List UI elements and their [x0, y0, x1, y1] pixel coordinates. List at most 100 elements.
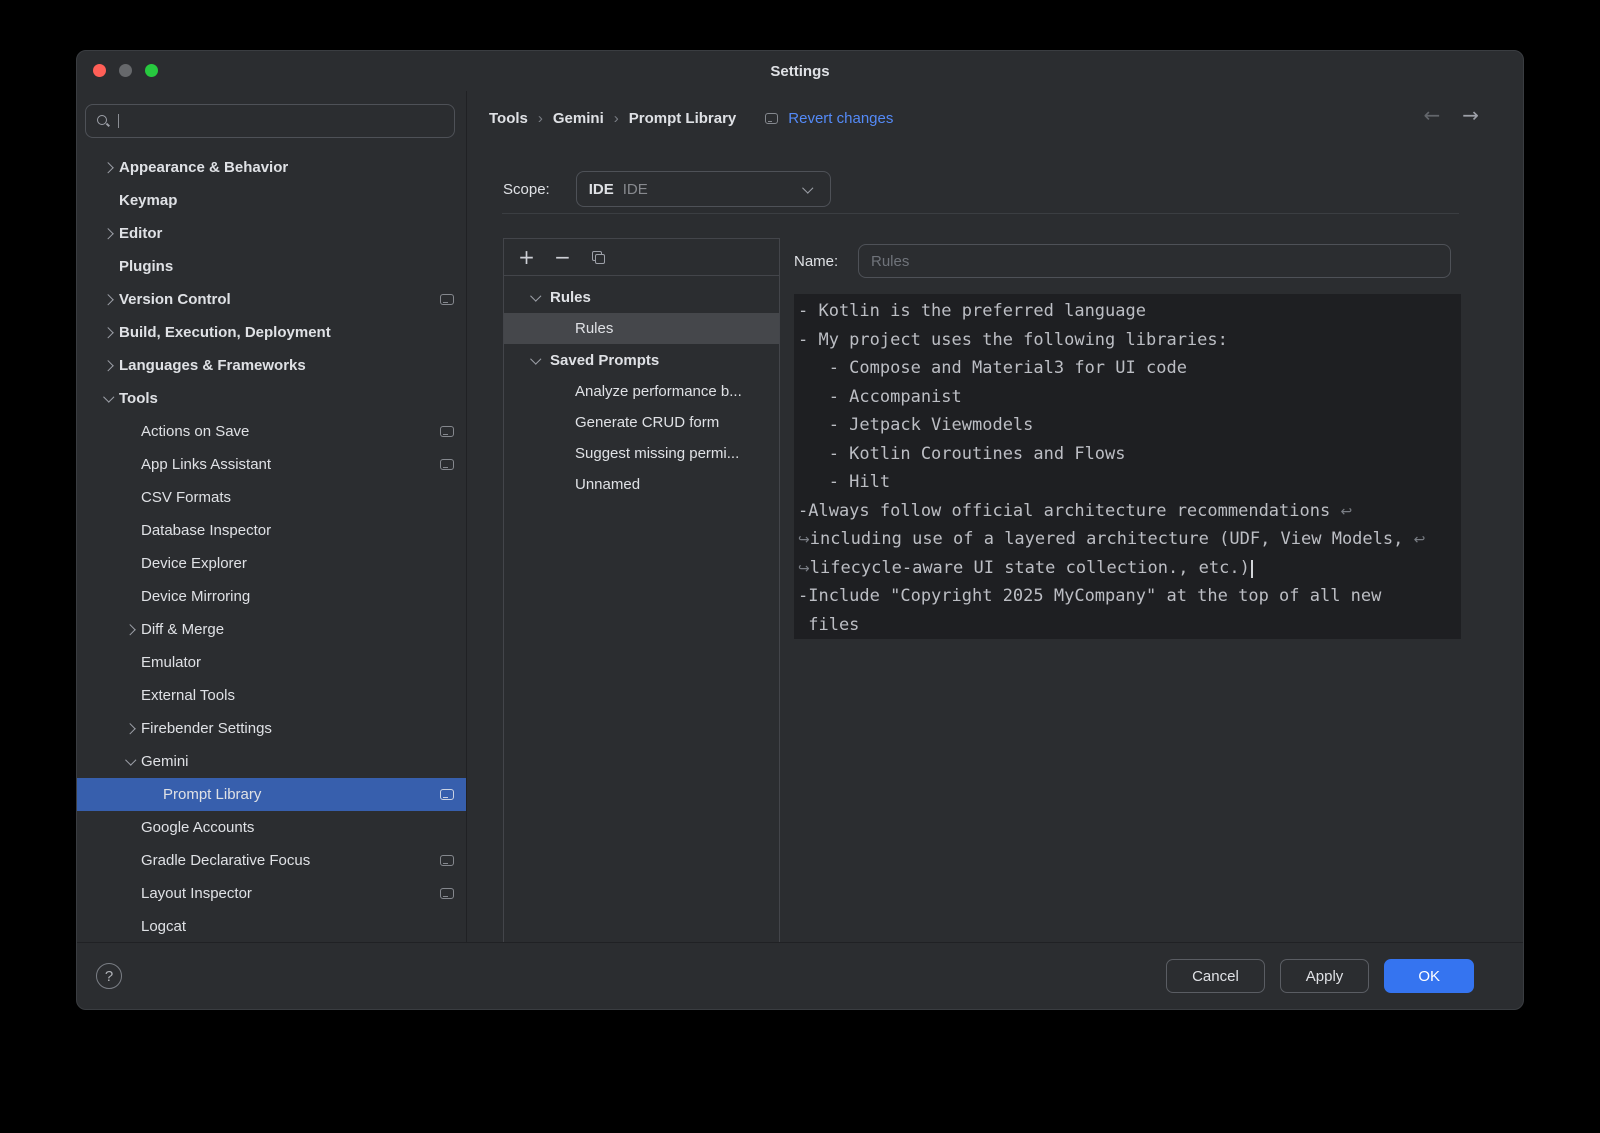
desktop-background: Settings Appearance & BehaviorKeymapEdit…	[0, 0, 1600, 1133]
code-line: - My project uses the following librarie…	[798, 326, 1461, 355]
chevron-right-icon[interactable]	[99, 291, 119, 309]
sidebar-item-version-control[interactable]: Version Control	[77, 283, 466, 316]
prompt-item-unnamed[interactable]: Unnamed	[504, 469, 779, 500]
add-prompt-button[interactable]: +	[517, 248, 536, 267]
sidebar-item-label: Languages & Frameworks	[119, 357, 306, 374]
chevron-spacer	[121, 819, 141, 837]
soft-wrap-icon: ↩	[1414, 532, 1426, 548]
revert-changes-link[interactable]: Revert changes	[788, 110, 893, 127]
footer-buttons: Cancel Apply OK	[1166, 959, 1474, 993]
prompt-list-panel: + − RulesRulesSaved PromptsAnalyze perfo…	[503, 238, 780, 943]
prompt-name-row: Name:	[794, 244, 1451, 278]
chevron-down-icon[interactable]	[526, 351, 546, 369]
code-line: - Jetpack Viewmodels	[798, 411, 1461, 440]
code-line: ↪including use of a layered architecture…	[798, 525, 1461, 554]
sidebar-item-keymap[interactable]: Keymap	[77, 184, 466, 217]
code-text: - Accompanist	[798, 387, 962, 407]
sidebar-item-device-mirroring[interactable]: Device Mirroring	[77, 580, 466, 613]
sidebar-item-plugins[interactable]: Plugins	[77, 250, 466, 283]
chevron-right-icon[interactable]	[99, 225, 119, 243]
sidebar-item-build-execution-deployment[interactable]: Build, Execution, Deployment	[77, 316, 466, 349]
prompt-item-generate-crud-form[interactable]: Generate CRUD form	[504, 407, 779, 438]
scope-value: IDE	[623, 181, 648, 198]
code-line: - Compose and Material3 for UI code	[798, 354, 1461, 383]
sidebar-item-label: Emulator	[141, 654, 201, 671]
scope-label: Scope:	[503, 181, 550, 198]
sidebar-item-diff-merge[interactable]: Diff & Merge	[77, 613, 466, 646]
sidebar-item-appearance-behavior[interactable]: Appearance & Behavior	[77, 151, 466, 184]
sidebar-item-label: Tools	[119, 390, 158, 407]
settings-window: Settings Appearance & BehaviorKeymapEdit…	[76, 50, 1524, 1010]
breadcrumb-separator-icon: ›	[538, 110, 543, 127]
forward-arrow-icon[interactable]: →	[1462, 105, 1479, 125]
sidebar-item-layout-inspector[interactable]: Layout Inspector	[77, 877, 466, 910]
ide-setting-icon	[440, 855, 454, 866]
chevron-down-icon[interactable]	[121, 753, 141, 771]
sidebar-item-tools[interactable]: Tools	[77, 382, 466, 415]
chevron-spacer	[121, 687, 141, 705]
prompt-text-editor[interactable]: - Kotlin is the preferred language- My p…	[794, 294, 1461, 639]
breadcrumb-prompt-library[interactable]: Prompt Library	[629, 110, 737, 127]
breadcrumb-tools[interactable]: Tools	[489, 110, 528, 127]
prompt-name-input[interactable]	[858, 244, 1451, 278]
sidebar-item-logcat[interactable]: Logcat	[77, 910, 466, 943]
prompt-item-rules[interactable]: Rules	[504, 313, 779, 344]
chevron-down-icon[interactable]	[99, 390, 119, 408]
prompt-group-saved-prompts[interactable]: Saved Prompts	[504, 344, 779, 376]
sidebar-item-emulator[interactable]: Emulator	[77, 646, 466, 679]
ide-setting-icon	[440, 789, 454, 800]
modified-setting-icon	[765, 113, 778, 124]
code-text: lifecycle-aware UI state collection., et…	[810, 558, 1250, 578]
text-caret	[1251, 560, 1253, 578]
sidebar-item-editor[interactable]: Editor	[77, 217, 466, 250]
chevron-spacer	[99, 192, 119, 210]
sidebar-item-device-explorer[interactable]: Device Explorer	[77, 547, 466, 580]
sidebar-item-firebender-settings[interactable]: Firebender Settings	[77, 712, 466, 745]
scope-dropdown[interactable]: IDE IDE	[576, 171, 831, 207]
sidebar-item-prompt-library[interactable]: Prompt Library	[77, 778, 466, 811]
copy-prompt-button[interactable]	[589, 248, 608, 267]
remove-prompt-button[interactable]: −	[553, 248, 572, 267]
chevron-right-icon[interactable]	[121, 621, 141, 639]
chevron-spacer	[121, 654, 141, 672]
settings-search-input[interactable]	[85, 104, 455, 138]
cancel-button[interactable]: Cancel	[1166, 959, 1265, 993]
sidebar-item-label: Firebender Settings	[141, 720, 272, 737]
sidebar-tree: Appearance & BehaviorKeymap Editor Plugins…	[77, 138, 466, 943]
sidebar-item-database-inspector[interactable]: Database Inspector	[77, 514, 466, 547]
code-text: - Kotlin Coroutines and Flows	[798, 444, 1126, 464]
chevron-right-icon[interactable]	[99, 324, 119, 342]
chevron-down-icon[interactable]	[526, 288, 546, 306]
chevron-right-icon[interactable]	[121, 720, 141, 738]
help-button[interactable]: ?	[96, 963, 122, 989]
sidebar-item-gemini[interactable]: Gemini	[77, 745, 466, 778]
prompt-group-label: Rules	[550, 289, 591, 306]
sidebar-item-app-links-assistant[interactable]: App Links Assistant	[77, 448, 466, 481]
prompt-item-suggest-missing-permi[interactable]: Suggest missing permi...	[504, 438, 779, 469]
close-button[interactable]	[93, 64, 106, 77]
sidebar-item-languages-frameworks[interactable]: Languages & Frameworks	[77, 349, 466, 382]
back-arrow-icon[interactable]: ←	[1423, 105, 1440, 125]
sidebar-item-actions-on-save[interactable]: Actions on Save	[77, 415, 466, 448]
chevron-right-icon[interactable]	[99, 159, 119, 177]
ide-setting-icon	[440, 888, 454, 899]
prompt-group-rules[interactable]: Rules	[504, 281, 779, 313]
sidebar-item-label: Editor	[119, 225, 162, 242]
apply-button[interactable]: Apply	[1280, 959, 1370, 993]
sidebar-item-csv-formats[interactable]: CSV Formats	[77, 481, 466, 514]
code-line: - Hilt	[798, 468, 1461, 497]
sidebar-item-label: Google Accounts	[141, 819, 254, 836]
sidebar-item-gradle-declarative-focus[interactable]: Gradle Declarative Focus	[77, 844, 466, 877]
soft-wrap-continuation-icon: ↪	[798, 561, 810, 577]
chevron-right-icon[interactable]	[99, 357, 119, 375]
breadcrumb-gemini[interactable]: Gemini	[553, 110, 604, 127]
prompt-item-analyze-performance-b[interactable]: Analyze performance b...	[504, 376, 779, 407]
sidebar-item-external-tools[interactable]: External Tools	[77, 679, 466, 712]
sidebar-item-label: Plugins	[119, 258, 173, 275]
sidebar-item-google-accounts[interactable]: Google Accounts	[77, 811, 466, 844]
minimize-button[interactable]	[119, 64, 132, 77]
chevron-spacer	[143, 786, 163, 804]
ok-button[interactable]: OK	[1384, 959, 1474, 993]
zoom-button[interactable]	[145, 64, 158, 77]
chevron-spacer	[99, 258, 119, 276]
